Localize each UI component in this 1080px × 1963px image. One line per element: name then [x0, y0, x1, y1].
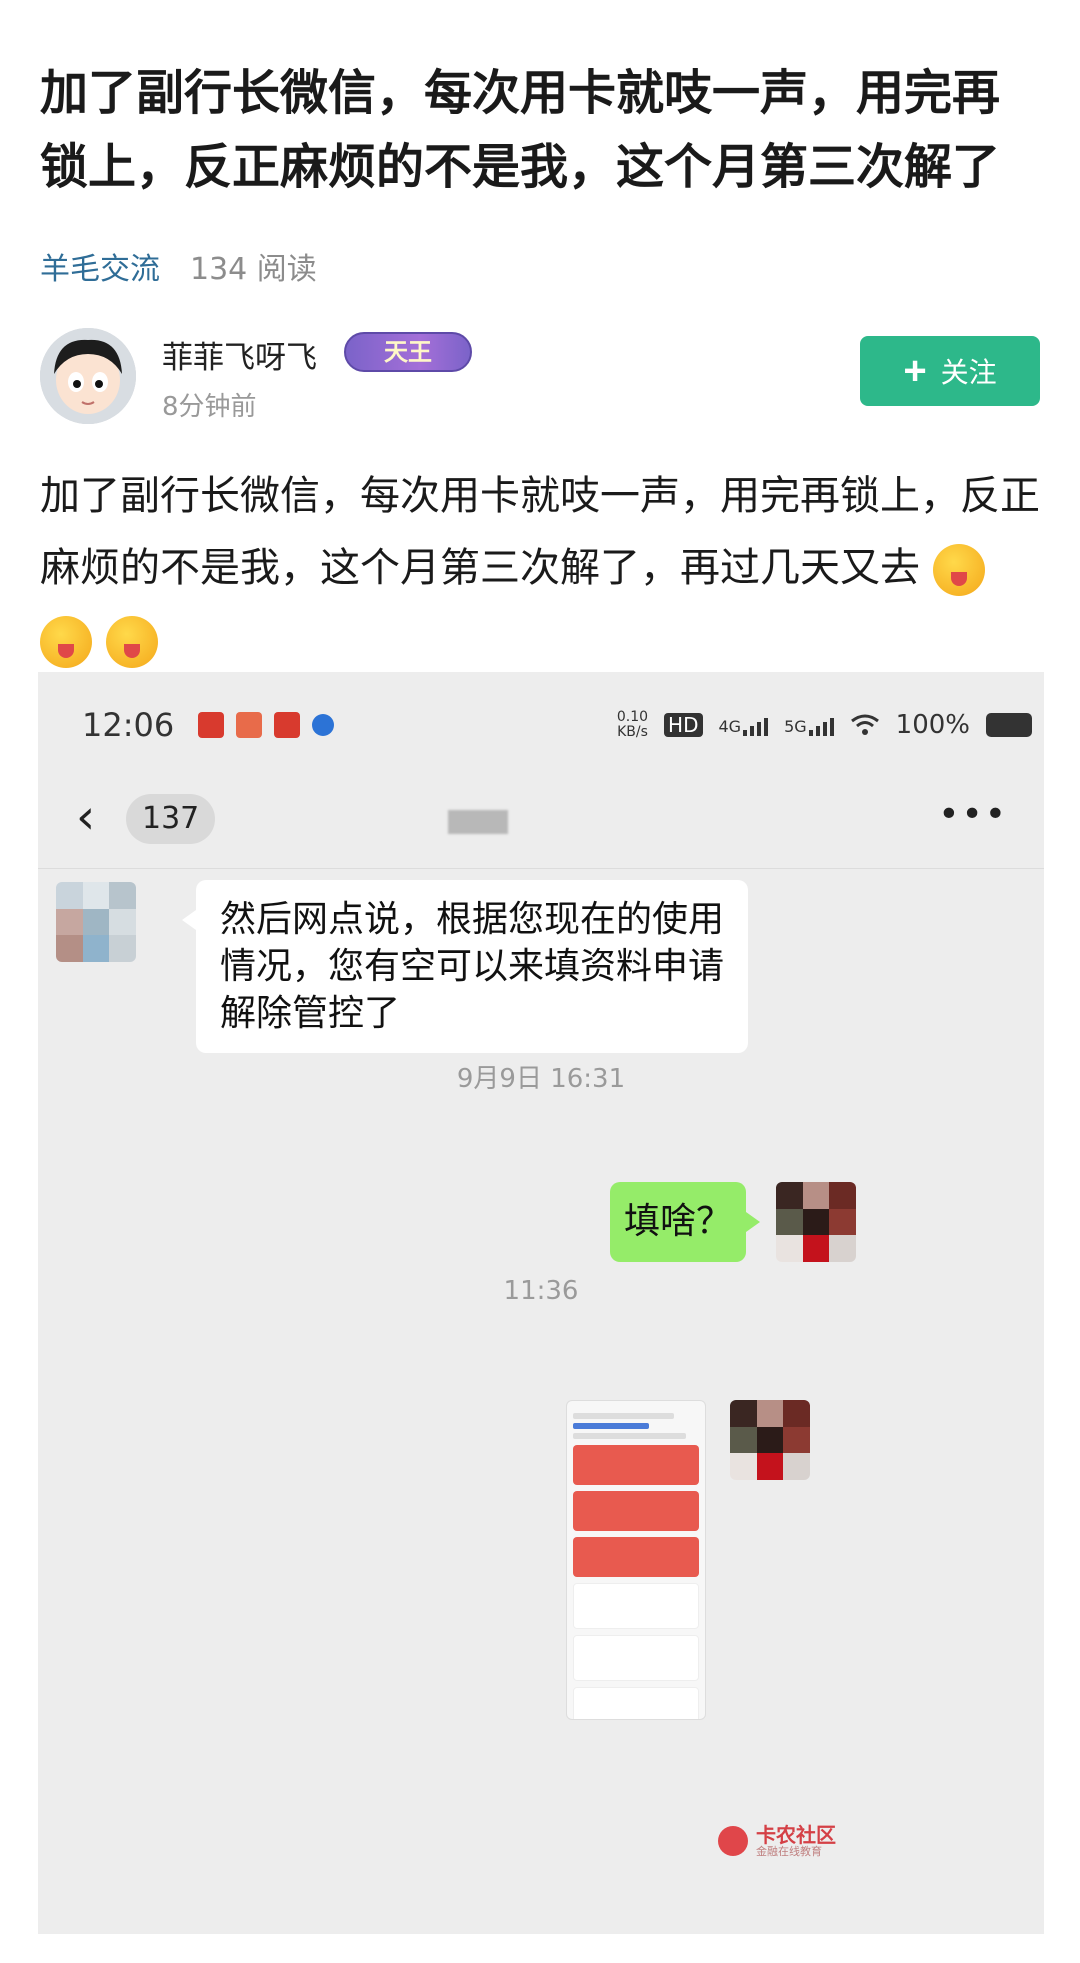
- chat-screenshot-image[interactable]: 12:06 0.10 KB/s HD 4G 5G 100% ‹ 137 ••• …: [38, 672, 1044, 1934]
- signal-bars-icon: [808, 714, 834, 736]
- chat-timestamp: 9月9日 16:31: [456, 1064, 626, 1094]
- kanong-logo-icon: [718, 1826, 748, 1857]
- battery-percent: 100%: [895, 710, 970, 740]
- signal-5g: 5G: [784, 714, 834, 736]
- post-body-text: 加了副行长微信，每次用卡就吱一声，用完再锁上，反正麻烦的不是我，这个月第三次解了…: [40, 473, 1040, 591]
- plus-icon: +: [903, 349, 927, 393]
- signal-bars-icon: [743, 714, 769, 736]
- app-notification-icon: [274, 712, 301, 738]
- signal-4g-label: 4G: [718, 717, 742, 736]
- author-avatar[interactable]: [40, 328, 136, 424]
- back-icon[interactable]: ‹: [76, 792, 95, 842]
- outgoing-message: 填啥？: [610, 1182, 760, 1262]
- status-bar: 12:06 0.10 KB/s HD 4G 5G 100%: [82, 700, 1032, 750]
- follow-button[interactable]: + 关注: [860, 336, 1040, 406]
- author-name[interactable]: 菲菲飞呀飞: [162, 332, 317, 377]
- my-avatar: [776, 1182, 856, 1262]
- header-divider: [38, 868, 1044, 869]
- net-speed: 0.10 KB/s: [617, 710, 648, 740]
- signal-4g: 4G: [719, 714, 769, 736]
- watermark-title: 卡农社区: [756, 1823, 836, 1847]
- user-level-badge: 天王: [344, 332, 472, 372]
- app-notification-icon: [236, 712, 263, 738]
- post-title: 加了副行长微信，每次用卡就吱一声，用完再锁上，反正麻烦的不是我，这个月第三次解了: [40, 65, 1001, 195]
- watermark-subtitle: 金融在线教育: [756, 1845, 822, 1858]
- emoji-icon: [932, 544, 985, 596]
- image-message[interactable]: [566, 1400, 706, 1720]
- contact-avatar: [56, 882, 136, 962]
- author-row: 菲菲飞呀飞 天王 8分钟前 + 关注: [40, 328, 1040, 428]
- emoji-icon: [40, 616, 92, 668]
- follow-label: 关注: [940, 357, 997, 388]
- more-icon[interactable]: •••: [938, 794, 1008, 835]
- wifi-icon: [850, 714, 879, 735]
- net-speed-value: 0.10: [616, 709, 649, 725]
- post-time: 8分钟前: [162, 392, 257, 422]
- chat-timestamp: 11:36: [503, 1276, 579, 1306]
- post-body: 加了副行长微信，每次用卡就吱一声，用完再锁上，反正麻烦的不是我，这个月第三次解了…: [40, 460, 1050, 676]
- category-link[interactable]: 羊毛交流: [40, 244, 160, 288]
- app-notification-icon: [312, 714, 335, 736]
- post-meta: 羊毛交流 134 阅读: [40, 244, 317, 288]
- chat-header: ‹ 137 •••: [68, 782, 1018, 852]
- my-avatar: [730, 1400, 810, 1480]
- unread-count: 137: [126, 794, 216, 844]
- watermark: 卡农社区 金融在线教育: [718, 1824, 836, 1858]
- battery-icon: [986, 713, 1032, 737]
- signal-5g-label: 5G: [784, 717, 807, 736]
- app-notification-icon: [198, 712, 225, 738]
- read-count: 134 阅读: [190, 252, 317, 287]
- chat-title-blurred: [448, 810, 508, 834]
- emoji-icon: [106, 616, 158, 668]
- incoming-message: 然后网点说，根据您现在的使用情况，您有空可以来填资料申请解除管控了: [182, 880, 748, 1053]
- net-speed-unit: KB/s: [617, 724, 648, 740]
- status-time: 12:06: [82, 706, 175, 744]
- hd-indicator: HD: [664, 713, 703, 737]
